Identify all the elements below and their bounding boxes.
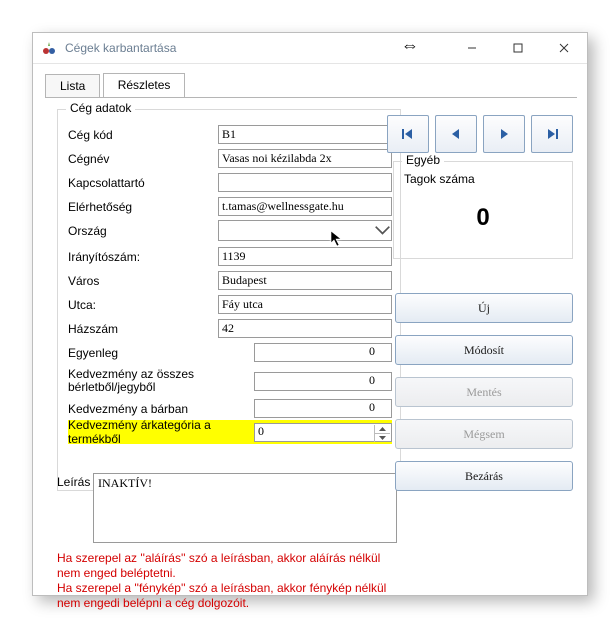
chevron-down-icon [374,221,391,240]
kedv-arkat-value: 0 [258,424,264,438]
leiras-textarea[interactable]: INAKTÍV! [93,473,397,543]
uj-button[interactable]: Új [395,293,573,323]
ceg-adatok-legend: Cég adatok [66,101,135,115]
spin-up-icon[interactable] [375,425,390,434]
utca-field[interactable] [218,295,392,314]
nav-last-button[interactable] [531,115,573,153]
spin-down-icon[interactable] [375,434,390,442]
label-orszag: Ország [68,224,218,238]
egyenleg-field[interactable]: 0 [254,343,392,362]
tab-lista[interactable]: Lista [45,74,100,98]
bezaras-button[interactable]: Bezárás [395,461,573,491]
cegnev-field[interactable] [218,149,392,168]
elerhetoseg-field[interactable] [218,197,392,216]
label-varos: Város [68,274,218,288]
megsem-button[interactable]: Mégsem [395,419,573,449]
label-iranyitoszam: Irányítószám: [68,250,218,264]
ceg-adatok-group: Cég adatok Cég kód Cégnév Kapcsolattartó… [57,109,401,491]
kedv-arkat-spinner[interactable] [374,425,390,442]
kedv-berlet-field[interactable]: 0 [254,372,392,391]
egyeb-group: Egyéb Tagok száma 0 [393,161,573,259]
label-ceg-kod: Cég kód [68,128,218,142]
warning-note: Ha szerepel az ''aláírás'' szó a leírásb… [57,551,397,611]
egyeb-legend: Egyéb [402,153,444,167]
window: Cégek karbantartása ⇔ Lista Részletes Cé… [32,32,588,596]
iranyitoszam-field[interactable] [218,247,392,266]
label-hazszam: Házszám [68,322,218,336]
kedv-bar-field[interactable]: 0 [254,399,392,418]
move-cursor-icon: ⇔ [401,36,419,54]
kedv-berlet-value: 0 [369,373,375,387]
window-title: Cégek karbantartása [65,41,176,55]
egyenleg-value: 0 [369,344,375,358]
label-elerhetoseg: Elérhetőség [68,200,218,214]
hazszam-field[interactable] [218,319,392,338]
tagok-szama-value: 0 [394,204,572,232]
titlebar: Cégek karbantartása ⇔ [33,33,587,64]
close-button[interactable] [541,33,587,63]
tab-reszletes[interactable]: Részletes [103,73,186,97]
kedv-arkat-field[interactable]: 0 [254,423,392,442]
warning-note-text: Ha szerepel az ''aláírás'' szó a leírásb… [57,551,386,610]
app-icon [41,40,57,56]
label-leiras: Leírás [57,475,90,489]
nav-first-button[interactable] [387,115,429,153]
maximize-button[interactable] [495,33,541,63]
label-kedv-arkat: Kedvezmény árkategória a termékből [68,418,254,446]
kedv-bar-value: 0 [369,400,375,414]
modosit-button[interactable]: Módosít [395,335,573,365]
label-kapcsolattarto: Kapcsolattartó [68,176,218,190]
label-utca: Utca: [68,298,218,312]
tagok-szama-label: Tagok száma [404,172,475,186]
nav-prev-button[interactable] [435,115,477,153]
leiras-value: INAKTÍV! [98,476,152,490]
nav-next-button[interactable] [483,115,525,153]
tab-divider [45,97,577,98]
label-egyenleg: Egyenleg [68,346,254,360]
mentes-button[interactable]: Mentés [395,377,573,407]
label-kedv-bar: Kedvezmény a bárban [68,402,254,416]
kapcsolattarto-field[interactable] [218,173,392,192]
label-kedv-berlet: Kedvezmény az összes bérletből/jegyből [68,368,254,394]
label-cegnev: Cégnév [68,152,218,166]
varos-field[interactable] [218,271,392,290]
orszag-select[interactable] [218,220,392,241]
minimize-button[interactable] [449,33,495,63]
ceg-kod-field[interactable] [218,125,392,144]
